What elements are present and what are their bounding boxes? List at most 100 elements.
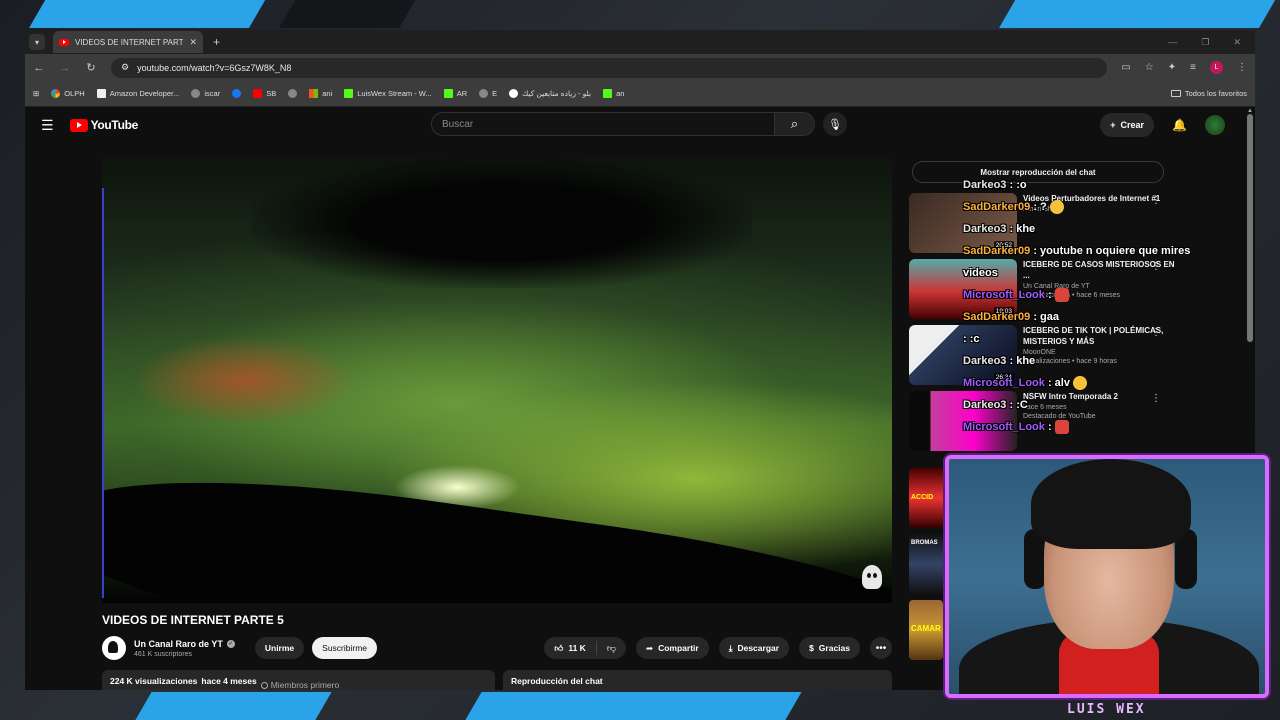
video-thumbnail[interactable]: BROMAS xyxy=(909,534,943,594)
chat-text: : ? xyxy=(1030,201,1047,213)
share-button[interactable]: ➦ Compartir xyxy=(635,637,709,659)
chat-message: SadDarker09 : youtube n oquiere que mire… xyxy=(963,240,1213,284)
chat-text: : :c xyxy=(963,333,980,345)
bookmark-item[interactable]: OLPH xyxy=(51,89,85,98)
all-bookmarks-folder[interactable]: Todos los favoritos xyxy=(1170,89,1247,98)
site-info-icon[interactable]: ⚙ xyxy=(121,62,129,73)
restore-icon[interactable]: ❐ xyxy=(1201,37,1209,48)
browser-menu-icon[interactable]: ⋮ xyxy=(1237,62,1247,73)
create-button[interactable]: + Crear xyxy=(1100,113,1155,137)
extensions-icon[interactable]: ✦ xyxy=(1168,62,1176,73)
bookmark-star-icon[interactable]: ☆ xyxy=(1145,62,1154,73)
emote-icon xyxy=(1054,420,1069,435)
youtube-logo[interactable]: YouTube xyxy=(69,118,138,132)
chat-username: SadDarker09 xyxy=(963,245,1031,257)
bookmark-item[interactable]: LuisWex Stream - W... xyxy=(344,89,432,98)
subscriber-count: 461 K suscriptores xyxy=(134,650,192,658)
reload-icon[interactable]: ↻ xyxy=(85,61,97,74)
address-bar-row: ← → ↻ ⚙ youtube.com/watch?v=6Gsz7W8K_N8 … xyxy=(25,54,1255,81)
bookmark-item[interactable]: SB xyxy=(253,89,276,98)
video-thumbnail[interactable]: ACCID xyxy=(909,468,943,528)
share-icon: ➦ xyxy=(645,642,654,653)
chat-text: : :C xyxy=(1006,399,1028,411)
chat-replay-header[interactable]: Reproducción del chat xyxy=(503,670,892,690)
search-bar: Buscar ⌕ 🎙 xyxy=(431,112,847,136)
bookmark-item[interactable]: AR xyxy=(443,89,467,98)
video-edge-line xyxy=(102,188,104,598)
upload-date: hace 4 meses xyxy=(201,676,257,686)
folder-icon xyxy=(1170,90,1181,97)
description-box[interactable]: 224 K visualizaciones hace 4 meses Miemb… xyxy=(102,670,495,690)
bookmark-item[interactable]: Amazon Developer... xyxy=(96,89,179,98)
bookmark-item[interactable] xyxy=(232,89,242,98)
more-actions-button[interactable]: ••• xyxy=(870,637,892,659)
bookmark-item[interactable]: بلو - زياده متابعين كيك xyxy=(509,89,591,98)
account-avatar[interactable] xyxy=(1205,115,1225,135)
chat-text: : xyxy=(1044,421,1052,433)
voice-search-button[interactable]: 🎙 xyxy=(823,112,847,136)
bookmark-item[interactable]: E xyxy=(479,89,497,98)
bookmark-item[interactable] xyxy=(288,89,298,98)
chat-text: : gaa xyxy=(1030,311,1060,323)
back-icon[interactable]: ← xyxy=(33,62,45,74)
chat-username: Microsoft_Look xyxy=(963,289,1045,301)
search-input[interactable]: Buscar xyxy=(431,112,775,136)
bookmark-item[interactable]: ani xyxy=(309,89,332,98)
youtube-icon xyxy=(253,89,263,98)
page-scrollbar[interactable] xyxy=(1247,114,1253,342)
window-close-icon[interactable]: ✕ xyxy=(1233,37,1241,48)
overlay-blue-stripe-right xyxy=(999,0,1280,28)
download-button[interactable]: ⤓ Descargar xyxy=(718,637,790,659)
header-actions: + Crear 🔔 xyxy=(1100,113,1225,137)
search-icon: ⌕ xyxy=(790,116,799,131)
kick-icon xyxy=(443,89,453,98)
chat-username: Darkeo3 xyxy=(963,223,1007,235)
video-thumbnail[interactable]: CAMAR xyxy=(909,600,943,660)
bookmark-item[interactable]: iscar xyxy=(191,89,220,98)
more-icon: ••• xyxy=(875,642,887,654)
bookmarks-bar: ⊞ OLPH Amazon Developer... iscar SB ani … xyxy=(25,81,1255,107)
join-button[interactable]: Unirme xyxy=(254,637,305,659)
apps-grid-icon[interactable]: ⊞ xyxy=(33,89,39,98)
forward-icon[interactable]: → xyxy=(59,62,71,74)
like-button[interactable]: 👍︎ 11 K xyxy=(544,641,597,655)
chat-text: : :o xyxy=(1006,179,1027,191)
profile-avatar[interactable]: L xyxy=(1210,61,1223,74)
amazon-icon xyxy=(96,89,106,98)
kick-icon xyxy=(344,89,354,98)
video-player[interactable] xyxy=(102,158,892,603)
tab-active[interactable]: VIDEOS DE INTERNET PARTE 5 ✕ xyxy=(53,31,203,53)
microsoft-icon xyxy=(309,89,319,98)
channel-avatar[interactable] xyxy=(102,636,126,660)
dislike-button[interactable]: 👎︎ xyxy=(597,643,626,654)
refresh-icon xyxy=(479,89,489,98)
tab-search-button[interactable]: ▾ xyxy=(29,34,45,50)
video-shadow xyxy=(252,158,752,288)
channel-watermark-icon[interactable] xyxy=(862,565,882,589)
thumbs-down-icon: 👎︎ xyxy=(606,642,616,653)
minimize-icon[interactable]: — xyxy=(1168,37,1177,48)
thanks-button[interactable]: $ Gracias xyxy=(799,637,860,659)
stream-chat-overlay: Darkeo3 : :o SadDarker09 : ? Darkeo3 : k… xyxy=(963,174,1213,438)
bookmark-item[interactable]: an xyxy=(603,89,624,98)
chat-text: : alv xyxy=(1044,377,1070,389)
subscribe-button[interactable]: Suscribirme xyxy=(312,637,378,659)
globe-icon xyxy=(509,89,519,98)
tab-title: VIDEOS DE INTERNET PARTE 5 xyxy=(75,37,184,47)
chat-username: SadDarker09 xyxy=(963,311,1031,323)
menu-icon[interactable]: ☰ xyxy=(41,117,54,134)
close-icon[interactable]: ✕ xyxy=(189,37,197,48)
url-input[interactable]: ⚙ youtube.com/watch?v=6Gsz7W8K_N8 xyxy=(111,57,1108,78)
chat-message: Microsoft_Look : alv xyxy=(963,372,1213,394)
chat-message: Darkeo3 : :o xyxy=(963,174,1213,196)
chat-text: : xyxy=(1044,289,1052,301)
notifications-bell-icon[interactable]: 🔔 xyxy=(1172,118,1187,132)
channel-name[interactable]: Un Canal Raro de YT ✓ xyxy=(134,639,235,649)
cast-icon[interactable]: ▭ xyxy=(1121,62,1130,73)
window-controls: — ❐ ✕ xyxy=(1168,37,1255,48)
new-tab-button[interactable]: + xyxy=(213,35,220,49)
media-icon[interactable]: ≡ xyxy=(1190,62,1196,73)
overlay-dark-stripe xyxy=(279,0,421,28)
video-actions: 👍︎ 11 K 👎︎ ➦ Compartir ⤓ Descargar $ Gracias… xyxy=(544,637,892,659)
search-button[interactable]: ⌕ xyxy=(775,112,815,136)
